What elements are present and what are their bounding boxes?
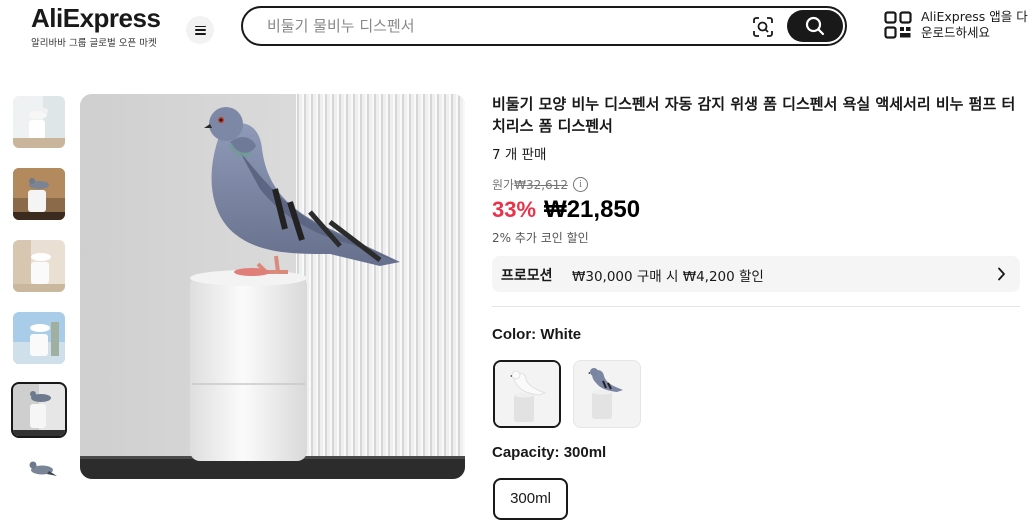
capacity-option-300ml[interactable]: 300ml bbox=[493, 478, 568, 520]
original-price-label: 원가 bbox=[492, 178, 515, 192]
qr-code-icon bbox=[884, 11, 912, 39]
search-button[interactable] bbox=[787, 10, 843, 42]
price-row: 33% ₩21,850 bbox=[492, 196, 640, 224]
capacity-label: Capacity: 300ml bbox=[492, 444, 607, 461]
info-icon[interactable]: i bbox=[572, 177, 588, 192]
coin-discount-text: 2% 추가 코인 할인 bbox=[492, 231, 589, 245]
original-price: ₩32,612 bbox=[514, 177, 568, 192]
product-title: 비둘기 모양 비누 디스펜서 자동 감지 위생 폼 디스펜서 욕실 액세서리 비… bbox=[492, 95, 1016, 135]
menu-button[interactable] bbox=[186, 16, 214, 44]
sold-count: 7 개 판매 bbox=[492, 147, 547, 163]
search-bar bbox=[241, 6, 847, 46]
color-label: Color: White bbox=[492, 326, 582, 343]
thumbnail-4[interactable] bbox=[13, 312, 65, 364]
thumbnail-2[interactable] bbox=[13, 168, 65, 220]
promotion-bar[interactable]: 프로모션 ₩30,000 구매 시 ₩4,200 할인 bbox=[492, 256, 1020, 292]
thumbnail-1[interactable] bbox=[13, 96, 65, 148]
chevron-right-icon bbox=[998, 267, 1005, 281]
color-swatch-gray[interactable] bbox=[573, 360, 641, 428]
search-icon bbox=[805, 16, 825, 36]
discount-percent: 33% bbox=[492, 197, 537, 222]
app-download-promo[interactable]: AliExpress 앱을 다운로드하세요 bbox=[884, 9, 1033, 43]
promotion-label: 프로모션 bbox=[501, 268, 553, 284]
search-input[interactable] bbox=[267, 8, 737, 44]
thumbnail-3[interactable] bbox=[13, 240, 65, 292]
logo-subtitle: 알리바바 그룹 글로벌 오픈 마켓 bbox=[31, 38, 157, 49]
color-swatch-white[interactable] bbox=[493, 360, 561, 428]
camera-search-icon[interactable] bbox=[751, 16, 775, 38]
app-promo-text: AliExpress 앱을 다운로드하세요 bbox=[921, 9, 1028, 40]
main-product-image[interactable] bbox=[80, 94, 465, 479]
hamburger-icon bbox=[194, 25, 206, 35]
divider bbox=[492, 306, 1020, 307]
aliexpress-logo[interactable]: AliExpress 알리바바 그룹 글로벌 오픈 마켓 bbox=[31, 3, 171, 49]
promotion-text: ₩30,000 구매 시 ₩4,200 할인 bbox=[572, 269, 764, 285]
thumbnail-6[interactable] bbox=[13, 454, 65, 506]
logo-text: AliExpress bbox=[31, 3, 161, 33]
sale-price: ₩21,850 bbox=[544, 196, 641, 223]
original-price-row: 원가 ₩32,612 i bbox=[492, 176, 588, 193]
header: AliExpress 알리바바 그룹 글로벌 오픈 마켓 비둘기 물비누 디스펜… bbox=[0, 0, 1033, 52]
thumbnail-5-selected[interactable] bbox=[11, 382, 67, 438]
